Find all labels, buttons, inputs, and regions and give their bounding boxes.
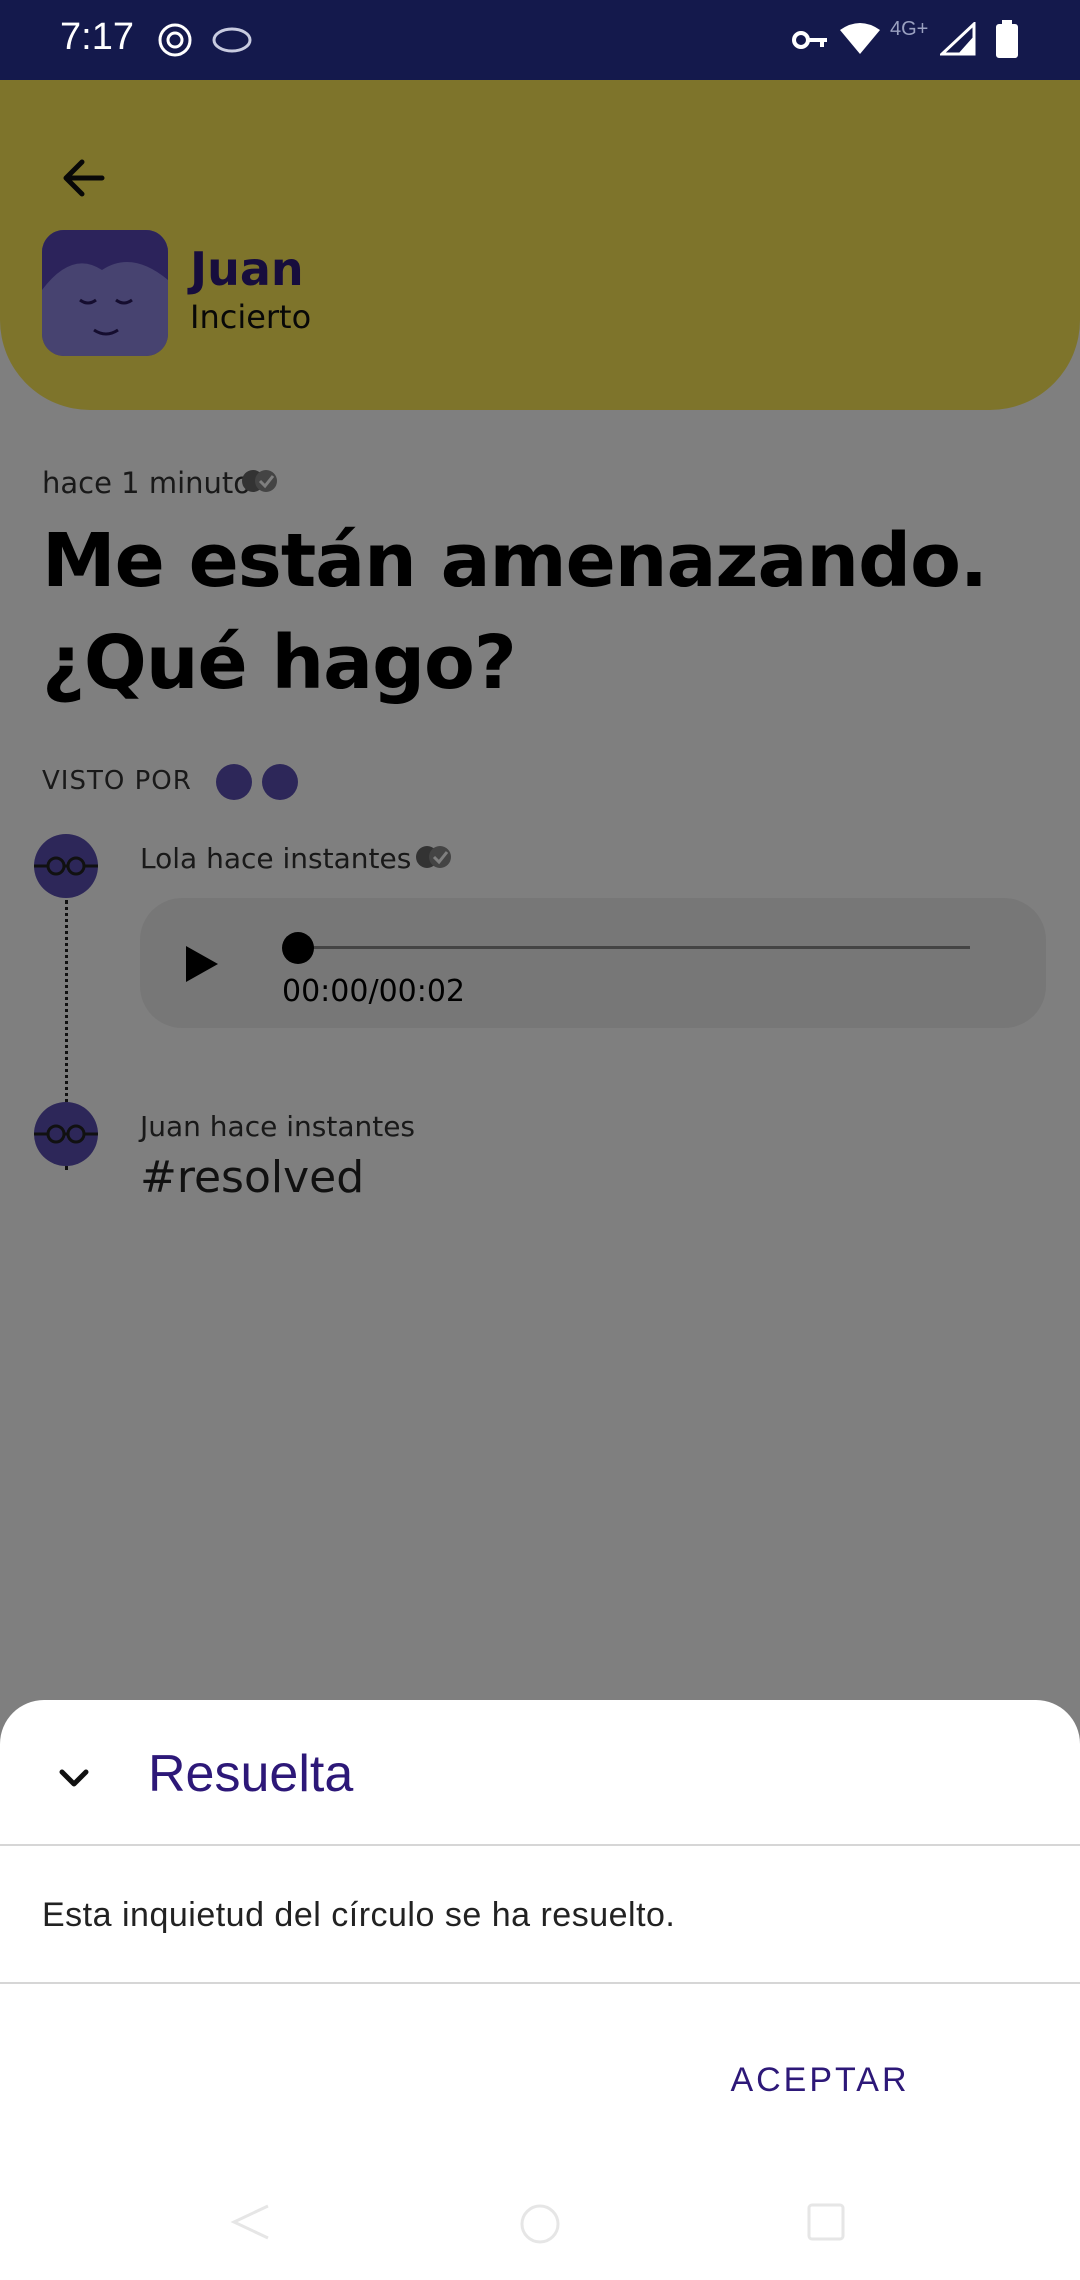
- divider: [0, 1844, 1080, 1846]
- recents-nav-icon[interactable]: [806, 2202, 846, 2247]
- wifi-icon: [838, 22, 882, 61]
- back-nav-icon[interactable]: [228, 2202, 272, 2247]
- home-nav-icon[interactable]: [518, 2202, 562, 2251]
- app-notification-icon: [155, 20, 195, 65]
- status-time: 7:17: [60, 16, 134, 58]
- navigation-bar: [0, 2180, 1080, 2280]
- sheet-title: Resuelta: [148, 1745, 354, 1803]
- chevron-down-icon[interactable]: [52, 1756, 96, 1805]
- brain-notification-icon: [212, 26, 252, 59]
- sheet-message: Esta inquietud del círculo se ha resuelt…: [42, 1896, 676, 1934]
- vpn-key-icon: [792, 28, 828, 57]
- signal-icon: [938, 20, 976, 61]
- accept-button[interactable]: ACEPTAR: [710, 2040, 930, 2120]
- divider: [0, 1982, 1080, 1984]
- network-type-label: 4G+: [890, 18, 929, 40]
- battery-icon: [996, 20, 1018, 63]
- status-bar: 7:17 4G+: [0, 0, 1080, 80]
